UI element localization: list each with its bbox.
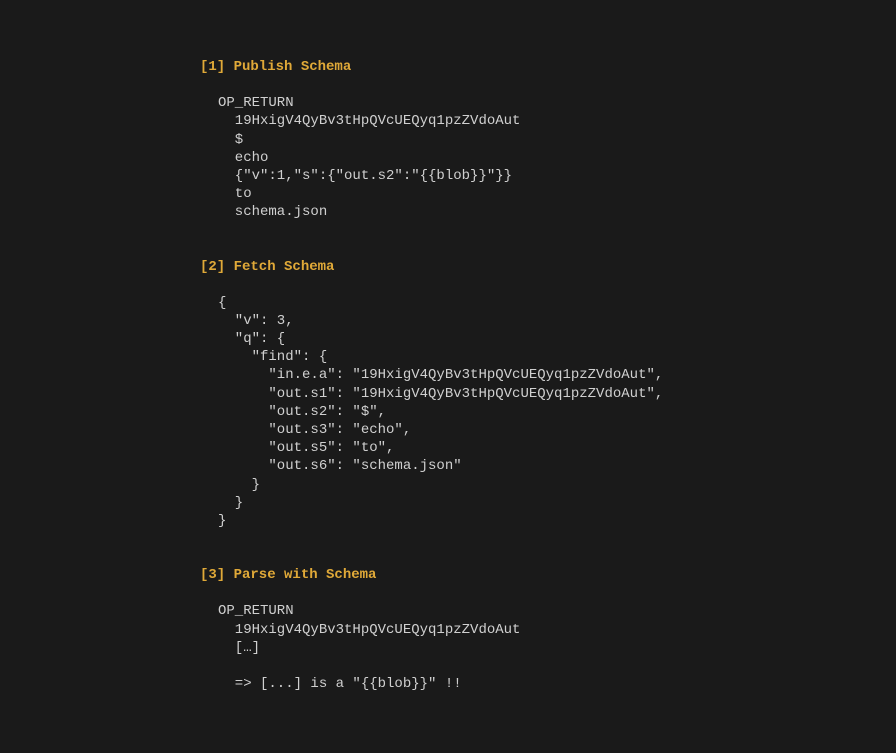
section-1: [1] Publish Schema OP_RETURN 19HxigV4QyB…	[200, 58, 896, 222]
section-2-heading: [2] Fetch Schema	[200, 258, 896, 276]
section-1-code: OP_RETURN 19HxigV4QyBv3tHpQVcUEQyq1pzZVd…	[200, 94, 896, 221]
section-3: [3] Parse with Schema OP_RETURN 19HxigV4…	[200, 566, 896, 693]
section-3-heading: [3] Parse with Schema	[200, 566, 896, 584]
section-1-heading: [1] Publish Schema	[200, 58, 896, 76]
section-2-code: { "v": 3, "q": { "find": { "in.e.a": "19…	[200, 294, 896, 530]
section-2: [2] Fetch Schema { "v": 3, "q": { "find"…	[200, 258, 896, 531]
section-3-code: OP_RETURN 19HxigV4QyBv3tHpQVcUEQyq1pzZVd…	[200, 602, 896, 693]
